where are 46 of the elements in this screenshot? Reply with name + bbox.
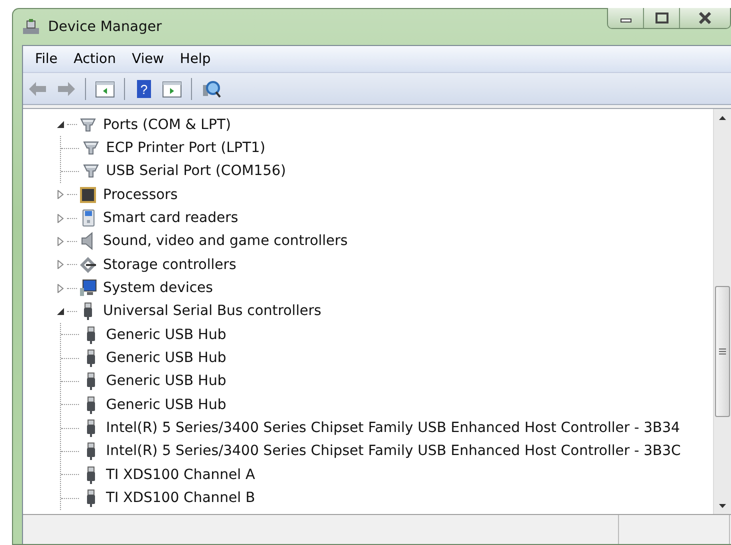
expand-arrow-icon[interactable] <box>56 190 65 200</box>
window-title: Device Manager <box>48 19 162 35</box>
tree-item[interactable]: Intel(R) 5 Series/3400 Series Chipset Family USB Enhanced Host Controller - 3B34 <box>104 419 682 438</box>
maximize-icon <box>654 12 668 24</box>
tree-item[interactable]: System devices <box>101 279 215 298</box>
tree-item[interactable]: Generic USB Hub <box>104 326 228 344</box>
close-icon <box>697 12 713 24</box>
tree-item[interactable]: Generic USB Hub <box>104 349 228 368</box>
expand-arrow-icon[interactable] <box>56 236 65 246</box>
scroll-up-icon[interactable] <box>719 116 726 120</box>
tree-item[interactable]: Universal Serial Bus controllers <box>101 302 324 320</box>
expand-arrow-icon[interactable] <box>56 284 65 293</box>
collapse-arrow-icon[interactable] <box>56 306 65 316</box>
computer-icon <box>79 279 97 298</box>
scroll-thumb[interactable] <box>715 286 730 418</box>
tree-item[interactable]: Processors <box>101 186 180 204</box>
tree-item[interactable]: Smart card readers <box>101 209 240 228</box>
expand-arrow-icon[interactable] <box>56 214 65 223</box>
chip-icon <box>79 186 97 204</box>
tree-item[interactable]: ECP Printer Port (LPT1) <box>104 139 268 158</box>
maximize-button[interactable] <box>644 8 680 28</box>
tree-item[interactable]: Generic USB Hub <box>104 396 228 414</box>
close-button[interactable] <box>680 8 730 28</box>
menu-item[interactable]: File <box>27 48 66 70</box>
tree-item[interactable]: TI XDS100 Channel B <box>104 489 258 508</box>
tree-item[interactable]: USB Serial Port (COM156) <box>104 162 288 180</box>
menu-item[interactable]: Action <box>66 48 124 70</box>
menu-item[interactable]: Help <box>172 48 219 70</box>
port-connector-icon <box>82 139 100 158</box>
menu-item[interactable]: View <box>124 48 172 70</box>
tree-item[interactable]: Storage controllers <box>101 256 238 274</box>
device-manager-icon <box>22 18 40 36</box>
port-connector-icon <box>82 162 100 180</box>
tree-item[interactable]: Ports (COM & LPT) <box>101 116 233 134</box>
minimize-button[interactable] <box>608 8 644 28</box>
tree-item[interactable]: TI XDS100 Channel A <box>104 466 258 484</box>
tree-item[interactable]: Sound, video and game controllers <box>101 232 350 250</box>
tree-item[interactable]: Intel(R) 5 Series/3400 Series Chipset Family USB Enhanced Host Controller - 3B3C <box>104 442 683 460</box>
expand-arrow-icon[interactable] <box>56 260 65 270</box>
scroll-down-icon[interactable] <box>719 504 726 508</box>
tree-item[interactable]: Generic USB Hub <box>104 372 228 390</box>
scrollbar[interactable] <box>713 109 731 514</box>
grip-icon <box>719 348 726 355</box>
port-connector-icon <box>79 116 97 134</box>
storage-controller-icon <box>79 256 97 274</box>
collapse-arrow-icon[interactable] <box>56 120 65 130</box>
